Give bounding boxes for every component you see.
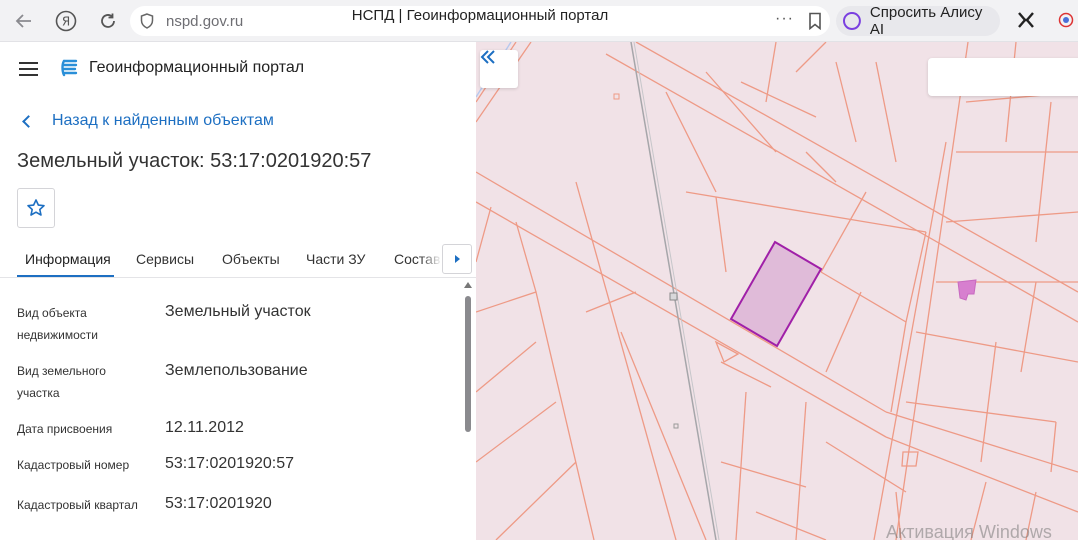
hamburger-menu-icon[interactable]	[19, 62, 38, 76]
tab-info[interactable]: Информация	[25, 251, 111, 267]
shield-icon	[140, 13, 154, 34]
address-bar[interactable]: nspd.gov.ru ···	[130, 6, 830, 36]
extension-2-icon[interactable]	[1058, 12, 1074, 33]
alice-button[interactable]: Спросить Алису AI	[836, 4, 1000, 38]
attribute-value: Землепользование	[165, 362, 308, 379]
object-title: Земельный участок: 53:17:0201920:57	[17, 150, 372, 172]
attribute-value: 53:17:0201920:57	[165, 455, 295, 472]
info-panel: Геоинформационный портал Назад к найденн…	[0, 42, 476, 540]
scroll-up-icon[interactable]	[464, 282, 472, 288]
tab-services[interactable]: Сервисы	[136, 251, 194, 267]
collapse-panel-button[interactable]	[480, 50, 518, 88]
attribute-label: Кадастровый квартал	[17, 498, 138, 512]
yandex-icon[interactable]: Я	[52, 7, 80, 35]
attribute-label: Вид земельного участка	[17, 364, 106, 400]
back-to-results-link[interactable]: Назад к найденным объектам	[20, 112, 274, 130]
alice-icon	[842, 12, 861, 30]
active-tab-indicator	[17, 275, 114, 277]
tab-parcel-parts[interactable]: Части ЗУ	[306, 251, 365, 267]
selected-parcel[interactable]	[729, 240, 823, 348]
caret-right-icon	[455, 255, 460, 263]
back-link-label: Назад к найденным объектам	[52, 112, 274, 129]
attribute-label: Кадастровый номер	[17, 458, 130, 472]
extension-icon[interactable]	[1016, 10, 1036, 35]
more-icon[interactable]: ···	[775, 10, 794, 28]
reload-icon[interactable]	[94, 7, 122, 35]
portal-title: Геоинформационный портал	[89, 59, 305, 76]
attribute-value: Земельный участок	[165, 303, 311, 320]
url-text: nspd.gov.ru	[166, 13, 244, 30]
star-icon	[27, 199, 45, 216]
double-chevron-left-icon	[480, 50, 495, 64]
windows-activation-watermark: Активация Windows	[886, 522, 1052, 540]
tabs-scroll-right-button[interactable]	[442, 244, 472, 274]
attribute-label: Дата присвоения	[17, 422, 113, 436]
tab-bar: Информация Сервисы Объекты Части ЗУ Сост…	[0, 240, 476, 278]
attribute-value: 12.11.2012	[165, 419, 244, 436]
back-arrow-icon[interactable]	[10, 7, 38, 35]
map-search-box[interactable]	[928, 58, 1078, 96]
attribute-label: Вид объекта недвижимости	[17, 306, 98, 342]
alice-label: Спросить Алису AI	[869, 4, 983, 38]
chevron-left-icon	[22, 114, 35, 128]
favorite-button[interactable]	[17, 188, 55, 228]
svg-text:Я: Я	[62, 15, 70, 29]
portal-logo-icon	[60, 58, 80, 83]
map-object[interactable]	[957, 279, 977, 301]
scroll-thumb[interactable]	[465, 296, 471, 432]
attribute-value: 53:17:0201920	[165, 495, 272, 512]
cadastral-map	[476, 42, 1078, 540]
tab-objects[interactable]: Объекты	[222, 251, 280, 267]
map-canvas[interactable]: Активация Windows	[476, 42, 1078, 540]
bookmark-icon[interactable]	[808, 12, 822, 35]
panel-scrollbar[interactable]	[464, 282, 472, 540]
browser-toolbar: Я nspd.gov.ru ··· НСПД | Геоинформационн…	[0, 0, 1078, 42]
